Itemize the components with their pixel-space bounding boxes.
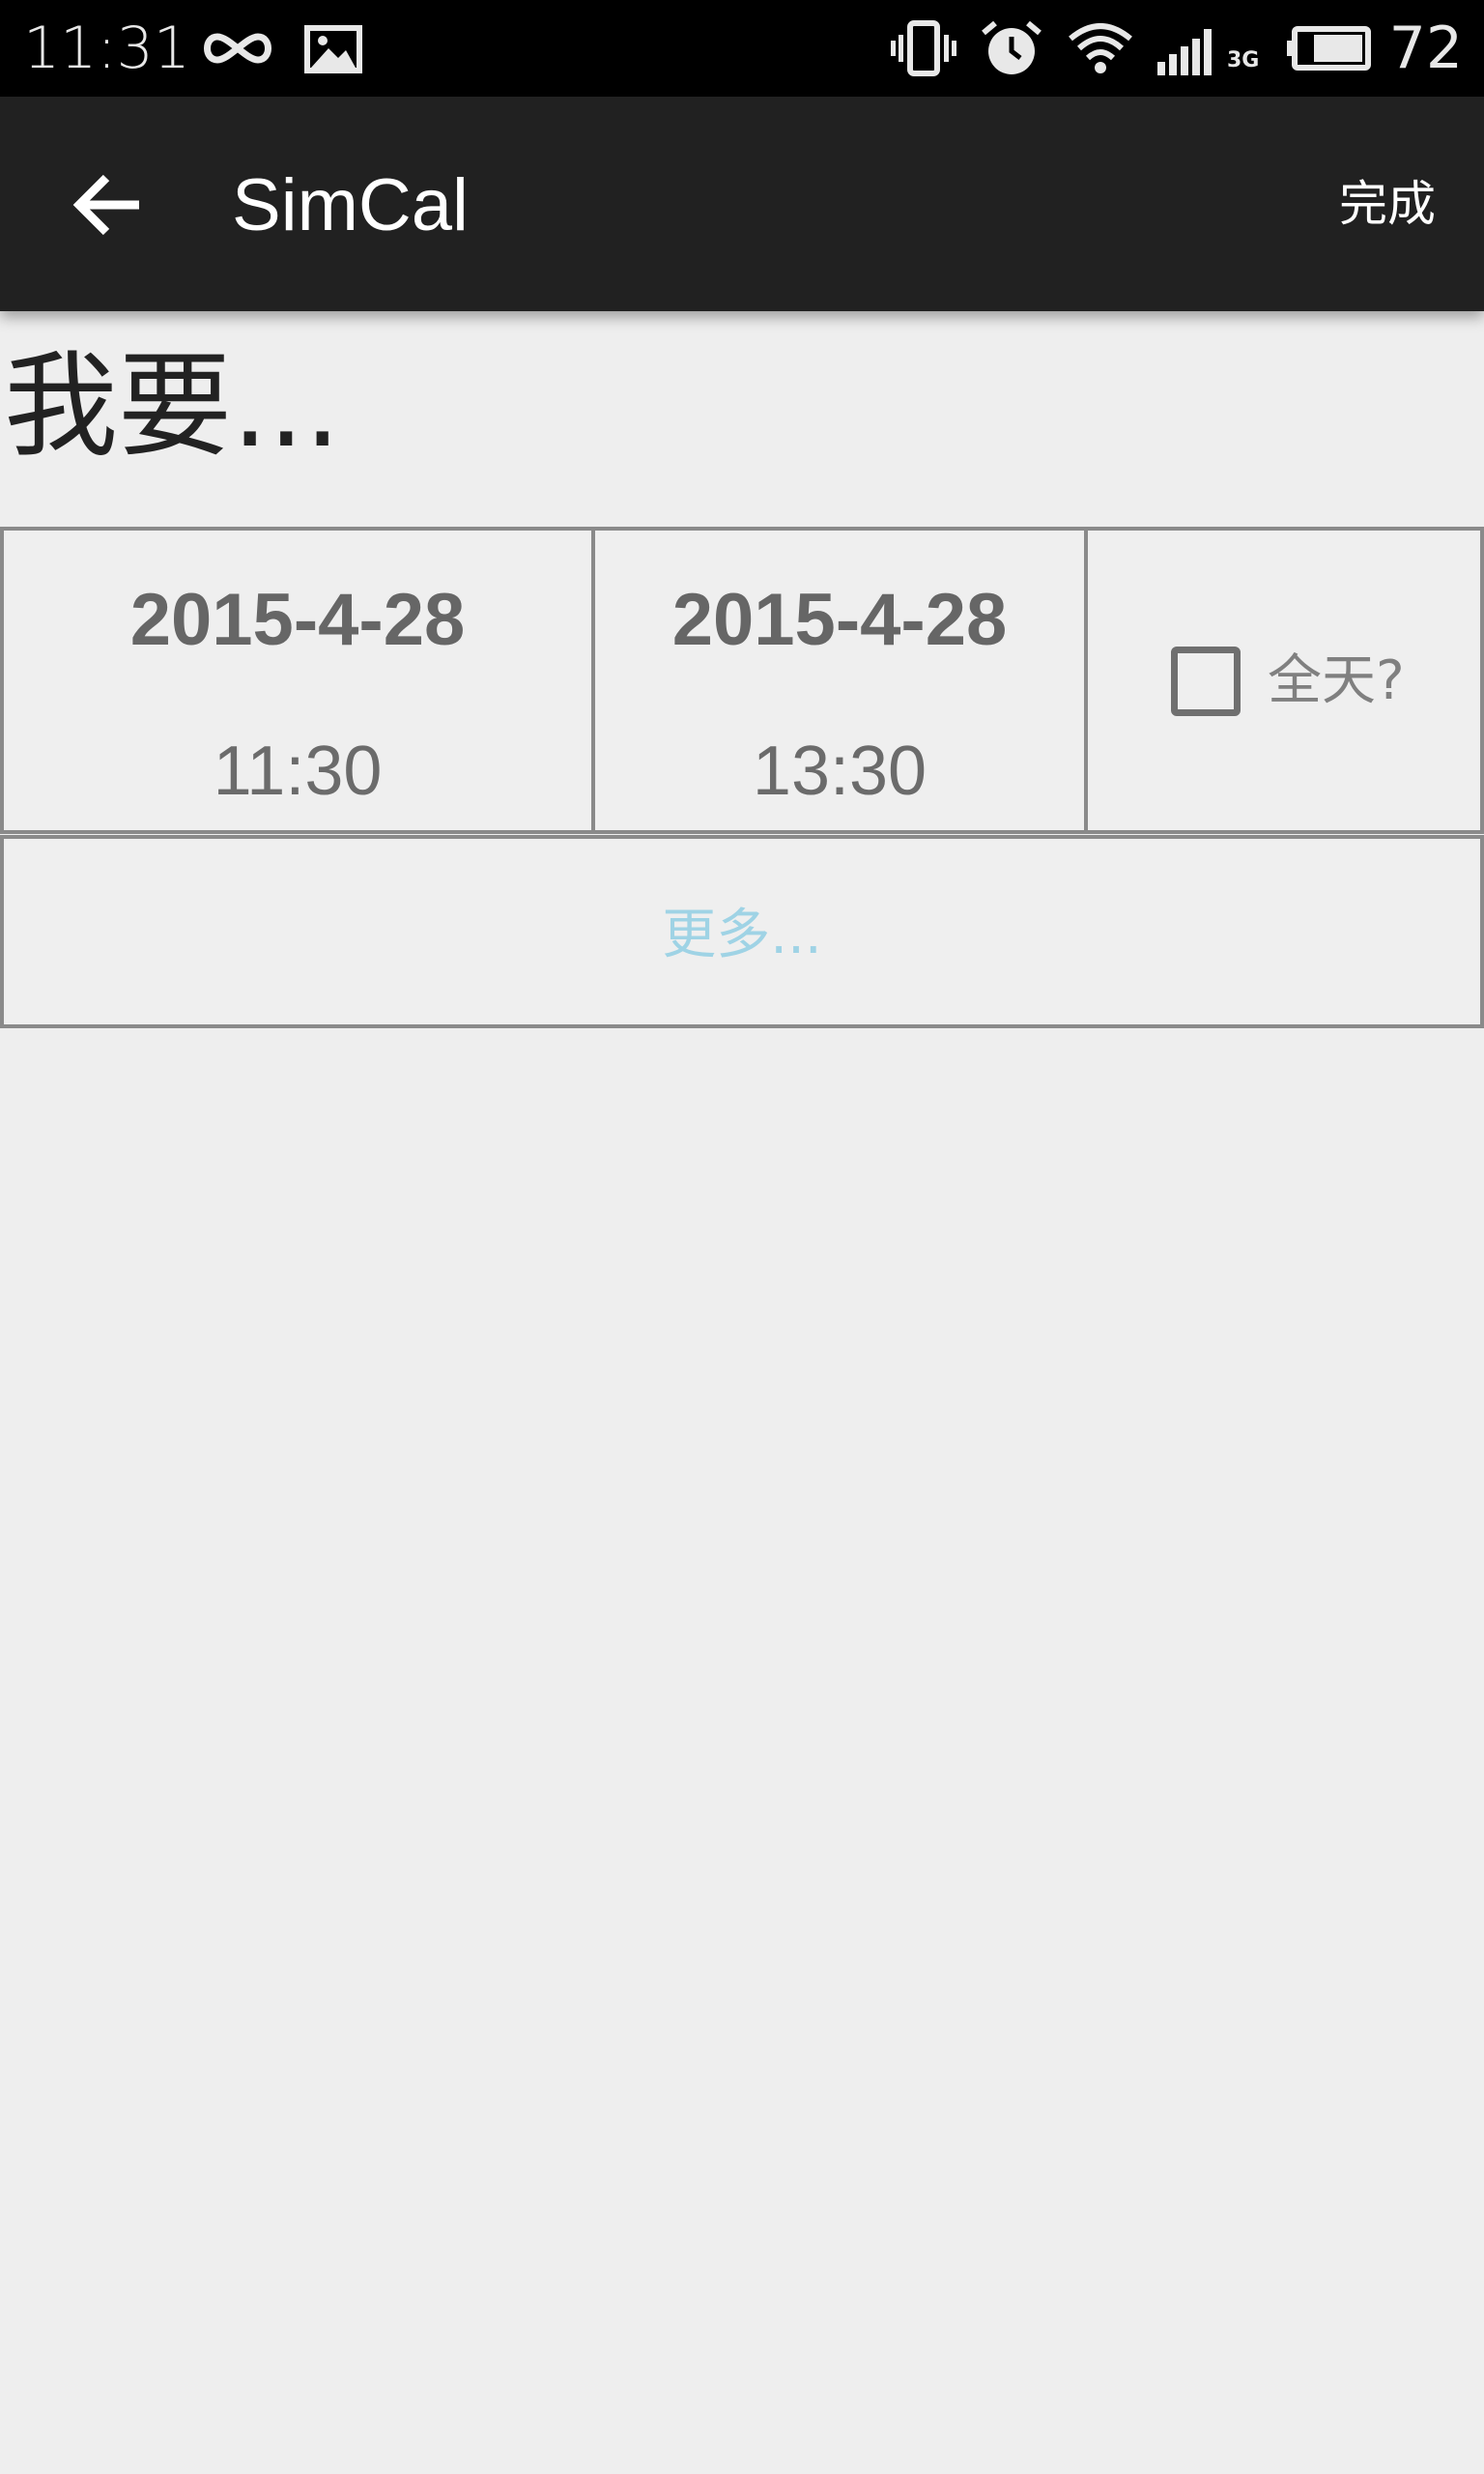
more-button[interactable]: 更多... xyxy=(0,835,1484,1028)
end-date: 2015-4-28 xyxy=(671,579,1008,661)
start-datetime-button[interactable]: 2015-4-28 11:30 xyxy=(0,527,595,834)
signal-icon xyxy=(1157,29,1212,75)
all-day-label: 全天? xyxy=(1268,649,1405,712)
network-type-label: 3G xyxy=(1227,48,1260,72)
arrow-back-icon xyxy=(72,174,139,236)
more-label: 更多... xyxy=(662,904,822,966)
back-button[interactable] xyxy=(58,155,158,255)
end-time: 13:30 xyxy=(752,733,928,810)
infinity-icon xyxy=(204,33,271,64)
app-bar: SimCal 完成 xyxy=(0,97,1484,311)
start-date: 2015-4-28 xyxy=(129,579,466,661)
all-day-checkbox[interactable] xyxy=(1171,647,1241,716)
start-time: 11:30 xyxy=(213,733,383,810)
status-time: 11:31 xyxy=(23,14,190,82)
wifi-icon xyxy=(1069,23,1132,73)
vibrate-icon xyxy=(891,20,956,76)
battery-icon xyxy=(1287,26,1371,71)
image-icon xyxy=(304,25,362,73)
page-heading: 我要... xyxy=(4,339,341,473)
status-bar: 11:31 3G 72 xyxy=(0,0,1484,97)
battery-percent: 72 xyxy=(1388,14,1463,82)
all-day-toggle[interactable]: 全天? xyxy=(1084,527,1484,834)
alarm-icon xyxy=(982,20,1042,74)
end-datetime-button[interactable]: 2015-4-28 13:30 xyxy=(591,527,1088,834)
done-button[interactable]: 完成 xyxy=(1339,170,1436,238)
app-title: SimCal xyxy=(232,164,469,246)
